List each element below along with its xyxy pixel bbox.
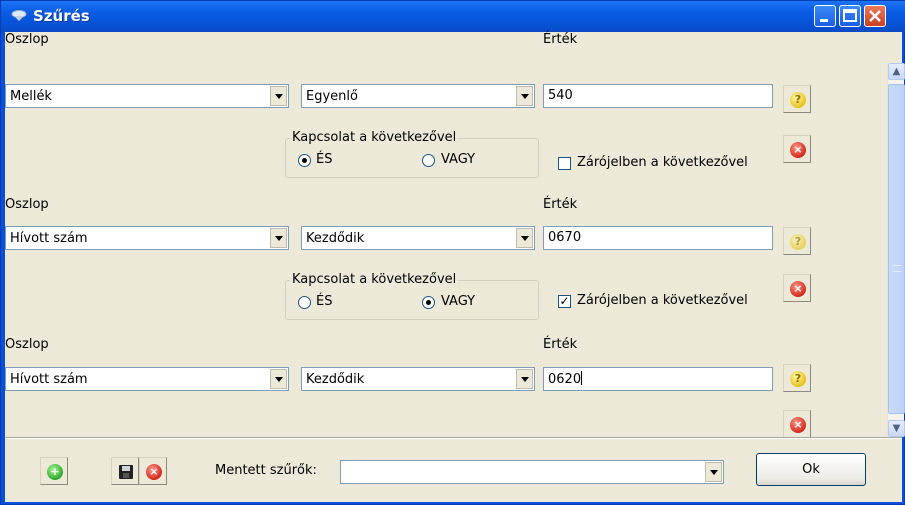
add-icon: + bbox=[47, 464, 63, 480]
delete-icon: × bbox=[790, 281, 806, 297]
delete-row-button[interactable]: × bbox=[783, 274, 811, 302]
help-button[interactable]: ? bbox=[783, 85, 811, 113]
connection-group-label: Kapcsolat a következővel bbox=[290, 130, 459, 145]
saved-filters-label: Mentett szűrők: bbox=[215, 463, 317, 478]
radio-and-label: ÉS bbox=[316, 152, 333, 167]
value-label: Érték bbox=[543, 337, 578, 352]
radio-or-label: VAGY bbox=[441, 294, 476, 309]
column-label: Oszlop bbox=[5, 337, 49, 352]
column-select[interactable]: Mellék bbox=[5, 84, 289, 108]
value-input[interactable]: 0620 bbox=[543, 367, 773, 391]
operator-select[interactable]: Kezdődik bbox=[301, 367, 535, 391]
bracket-checkbox-label: Zárójelben a következővel bbox=[577, 155, 748, 170]
value-label: Érték bbox=[543, 197, 578, 212]
column-select[interactable]: Hívott szám bbox=[5, 226, 289, 250]
radio-or[interactable] bbox=[422, 154, 435, 167]
dropdown-arrow-icon[interactable] bbox=[270, 86, 287, 106]
bracket-checkbox[interactable] bbox=[558, 157, 571, 170]
connection-group-label: Kapcsolat a következővel bbox=[290, 272, 459, 287]
radio-or-label: VAGY bbox=[441, 152, 476, 167]
radio-and-label: ÉS bbox=[316, 294, 333, 309]
help-button[interactable]: ? bbox=[783, 364, 811, 392]
delete-icon: × bbox=[146, 464, 162, 480]
maximize-button[interactable] bbox=[839, 5, 861, 27]
operator-select-value: Kezdődik bbox=[306, 231, 365, 246]
value-input[interactable]: 540 bbox=[543, 84, 773, 108]
saved-filters-select[interactable] bbox=[340, 460, 724, 484]
column-select-value: Hívott szám bbox=[10, 231, 88, 246]
question-icon: ? bbox=[790, 234, 806, 250]
filter-rows-area: Oszlop Érték Mellék Egyenlő 540 ? Kapcso… bbox=[5, 32, 902, 438]
scroll-grip-icon bbox=[893, 265, 901, 272]
footer-divider bbox=[5, 437, 902, 439]
scroll-down-button[interactable]: ▼ bbox=[888, 420, 905, 437]
value-input[interactable]: 0670 bbox=[543, 226, 773, 250]
title-bar[interactable]: Szűrés bbox=[1, 1, 905, 32]
column-label: Oszlop bbox=[5, 197, 49, 212]
save-icon bbox=[119, 465, 133, 479]
column-select-value: Mellék bbox=[10, 89, 52, 104]
bracket-checkbox-label: Zárójelben a következővel bbox=[577, 293, 748, 308]
close-button[interactable] bbox=[864, 5, 886, 27]
column-select[interactable]: Hívott szám bbox=[5, 367, 289, 391]
delete-icon: × bbox=[790, 142, 806, 158]
radio-and[interactable] bbox=[298, 154, 311, 167]
close-icon bbox=[869, 10, 881, 22]
operator-select-value: Egyenlő bbox=[306, 89, 358, 104]
column-select-value: Hívott szám bbox=[10, 372, 88, 387]
help-button[interactable]: ? bbox=[783, 227, 811, 255]
dropdown-arrow-icon[interactable] bbox=[270, 228, 287, 248]
radio-and[interactable] bbox=[298, 296, 311, 309]
delete-row-button[interactable]: × bbox=[783, 410, 811, 438]
filter-window: Szűrés Oszlop Érték Mellék Egyenlő 540 ?… bbox=[0, 0, 905, 505]
operator-select[interactable]: Egyenlő bbox=[301, 84, 535, 108]
vertical-scrollbar[interactable]: ▲ ▼ bbox=[887, 63, 905, 437]
connection-group: Kapcsolat a következővel ÉS VAGY bbox=[285, 272, 539, 320]
scroll-thumb[interactable] bbox=[888, 84, 905, 414]
question-icon: ? bbox=[790, 371, 806, 387]
dropdown-arrow-icon[interactable] bbox=[270, 369, 287, 389]
delete-row-button[interactable]: × bbox=[783, 135, 811, 163]
delete-saved-filter-button[interactable]: × bbox=[139, 457, 167, 485]
bracket-checkbox[interactable]: ✓ bbox=[558, 295, 571, 308]
column-label: Oszlop bbox=[5, 32, 49, 47]
dropdown-arrow-icon[interactable] bbox=[516, 369, 533, 389]
dropdown-arrow-icon[interactable] bbox=[516, 228, 533, 248]
ok-button[interactable]: Ok bbox=[756, 453, 866, 486]
question-icon: ? bbox=[790, 92, 806, 108]
operator-select[interactable]: Kezdődik bbox=[301, 226, 535, 250]
dropdown-arrow-icon[interactable] bbox=[705, 462, 722, 482]
value-input-text: 0620 bbox=[548, 372, 582, 387]
minimize-icon bbox=[820, 19, 828, 22]
value-label: Érték bbox=[543, 32, 578, 47]
delete-icon: × bbox=[790, 417, 806, 433]
connection-group: Kapcsolat a következővel ÉS VAGY bbox=[285, 130, 539, 178]
scroll-up-button[interactable]: ▲ bbox=[888, 63, 905, 80]
save-filter-button[interactable] bbox=[111, 457, 139, 485]
maximize-icon bbox=[843, 9, 857, 22]
window-title: Szűrés bbox=[33, 7, 90, 25]
minimize-button[interactable] bbox=[814, 5, 836, 27]
add-filter-button[interactable]: + bbox=[40, 457, 68, 485]
window-client-area: Oszlop Érték Mellék Egyenlő 540 ? Kapcso… bbox=[5, 32, 905, 502]
dropdown-arrow-icon[interactable] bbox=[516, 86, 533, 106]
text-caret bbox=[581, 371, 583, 385]
filter-icon bbox=[11, 10, 27, 21]
operator-select-value: Kezdődik bbox=[306, 372, 365, 387]
radio-or[interactable] bbox=[422, 296, 435, 309]
